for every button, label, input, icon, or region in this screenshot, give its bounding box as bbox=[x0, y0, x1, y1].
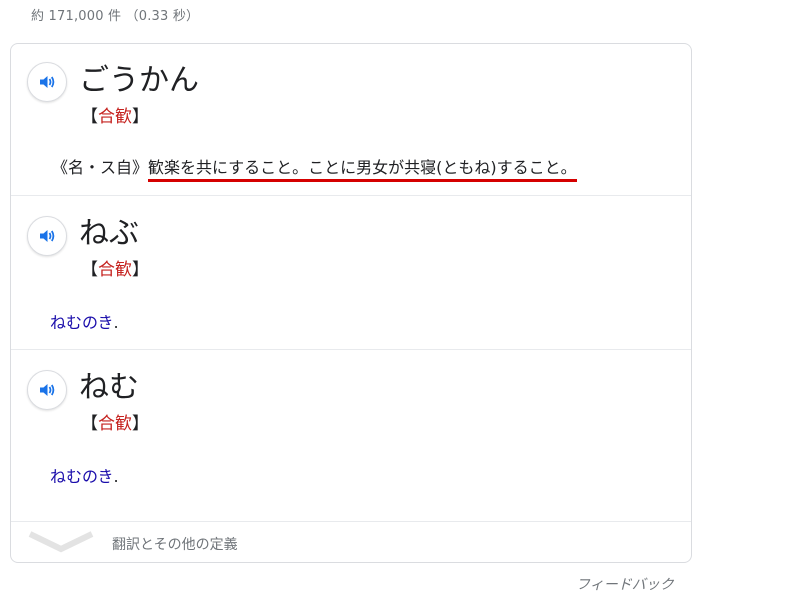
kanji-bracket-open: 【 bbox=[81, 107, 98, 127]
kanji-notation: 【合歓】 bbox=[81, 106, 149, 128]
chevron-down-icon bbox=[28, 531, 94, 553]
kanji-bracket-open: 【 bbox=[81, 414, 98, 434]
pronunciation-button[interactable] bbox=[27, 62, 67, 102]
definition-text: 歓楽を共にすること。ことに男女が共寝(ともね)すること。 bbox=[148, 158, 577, 182]
link-text[interactable]: ねむのき bbox=[50, 467, 114, 486]
definition-link[interactable]: ねむのき. bbox=[50, 466, 119, 488]
kanji-bracket-open: 【 bbox=[81, 260, 98, 280]
dictionary-card: ごうかん 【合歓】 《名・ス自》歓楽を共にすること。ことに男女が共寝(ともね)す… bbox=[10, 43, 692, 563]
pronunciation-button[interactable] bbox=[27, 216, 67, 256]
headword: ねぶ bbox=[79, 216, 139, 251]
link-text[interactable]: ねむのき bbox=[50, 313, 114, 332]
headword: ごうかん bbox=[79, 63, 199, 98]
dictionary-entry: ごうかん 【合歓】 《名・ス自》歓楽を共にすること。ことに男女が共寝(ともね)す… bbox=[11, 44, 691, 196]
speaker-icon bbox=[40, 76, 55, 88]
link-suffix: . bbox=[113, 313, 119, 332]
kanji-bracket-close: 】 bbox=[132, 260, 149, 280]
definition: 《名・ス自》歓楽を共にすること。ことに男女が共寝(ともね)すること。 bbox=[52, 157, 577, 182]
more-definitions-button[interactable]: 翻訳とその他の定義 bbox=[11, 522, 691, 563]
feedback-link[interactable]: フィードバック bbox=[576, 574, 674, 594]
dictionary-entry: ねむ 【合歓】 ねむのき. bbox=[11, 350, 691, 522]
kanji-text: 合歓 bbox=[98, 414, 132, 434]
part-of-speech: 《名・ス自》 bbox=[52, 158, 149, 177]
kanji-notation: 【合歓】 bbox=[81, 413, 149, 435]
link-suffix: . bbox=[113, 467, 119, 486]
dictionary-entry: ねぶ 【合歓】 ねむのき. bbox=[11, 196, 691, 350]
speaker-icon bbox=[40, 230, 55, 242]
kanji-text: 合歓 bbox=[98, 107, 132, 127]
kanji-notation: 【合歓】 bbox=[81, 259, 149, 281]
definition-link[interactable]: ねむのき. bbox=[50, 312, 119, 334]
headword: ねむ bbox=[79, 370, 139, 405]
kanji-text: 合歓 bbox=[98, 260, 132, 280]
speaker-icon bbox=[40, 384, 55, 396]
result-stats: 約 171,000 件 （0.33 秒） bbox=[31, 9, 200, 24]
kanji-bracket-close: 】 bbox=[132, 107, 149, 127]
kanji-bracket-close: 】 bbox=[132, 414, 149, 434]
pronunciation-button[interactable] bbox=[27, 370, 67, 410]
more-definitions-label: 翻訳とその他の定義 bbox=[112, 537, 238, 553]
